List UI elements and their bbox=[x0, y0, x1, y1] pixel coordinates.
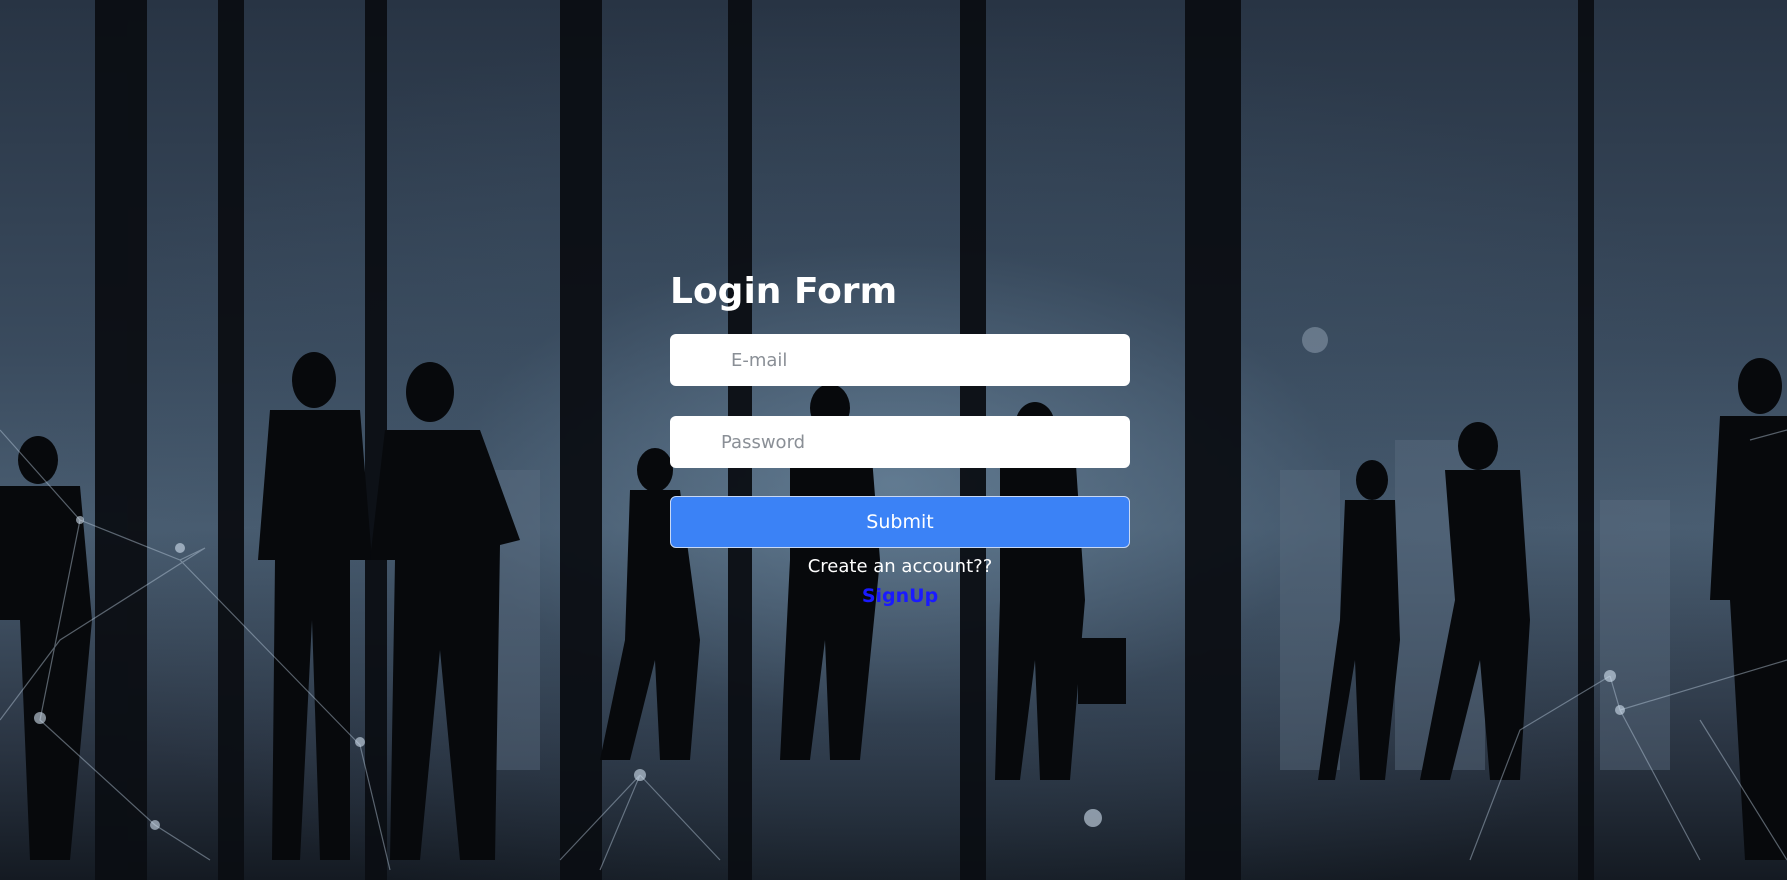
signup-link[interactable]: SignUp bbox=[670, 582, 1130, 610]
email-input[interactable] bbox=[670, 334, 1130, 386]
form-title: Login Form bbox=[670, 271, 898, 312]
password-field-wrapper bbox=[670, 416, 1130, 468]
submit-button[interactable]: Submit bbox=[670, 496, 1130, 548]
create-account-text: Create an account?? bbox=[807, 556, 993, 577]
password-input[interactable] bbox=[670, 416, 1130, 468]
email-field-wrapper bbox=[670, 334, 1130, 386]
login-form: Login Form Submit Create an account?? Si… bbox=[670, 270, 1130, 610]
